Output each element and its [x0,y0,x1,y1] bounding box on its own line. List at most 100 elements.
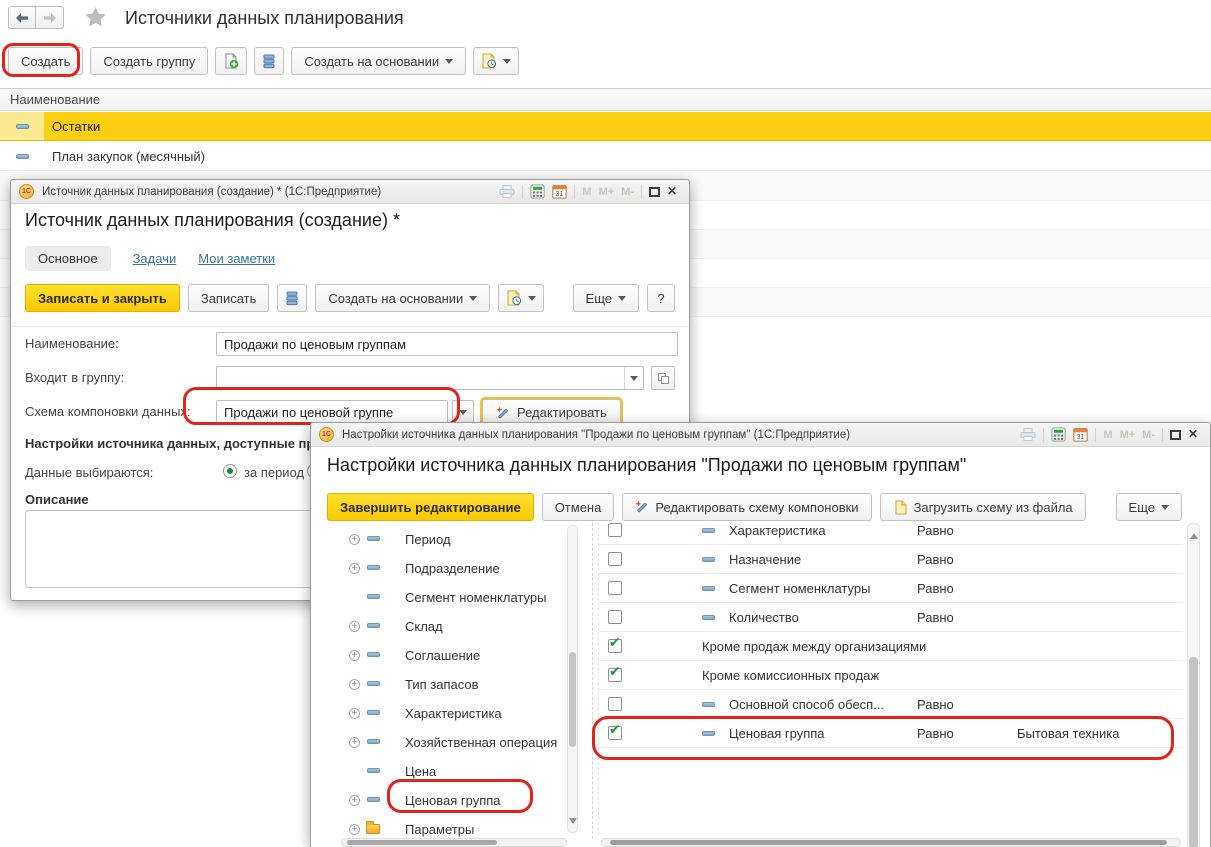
expand-icon[interactable] [349,824,360,835]
history-menu-button[interactable] [498,284,544,312]
checkbox[interactable] [608,523,622,537]
conditions-scrollbar-thumb[interactable] [1189,657,1198,847]
list-row[interactable]: План закупок (месячный) [0,142,1211,171]
help-button[interactable]: ? [647,284,675,312]
expand-icon[interactable] [349,708,360,719]
list-column-header[interactable]: Наименование [0,88,1211,111]
condition-row[interactable]: Характеристика Равно [599,523,1183,545]
memory-mminus-button[interactable]: M- [1142,429,1155,441]
memory-mplus-button[interactable]: M+ [599,186,615,198]
tree-item-parameters[interactable]: Параметры [327,815,565,839]
tree-item-department[interactable]: Подразделение [327,554,565,583]
scheme-field [216,400,448,424]
list-settings-button[interactable] [254,47,284,75]
close-icon[interactable] [667,186,679,198]
tree-item-stock-type[interactable]: Тип запасов [327,670,565,699]
radio-for-period[interactable] [223,464,237,478]
save-button[interactable]: Записать [188,284,270,312]
more-button[interactable]: Еще [1116,493,1182,521]
scheme-input[interactable] [217,401,447,423]
expand-icon[interactable] [349,563,360,574]
expand-icon[interactable] [349,534,360,545]
dialog2-titlebar[interactable]: Настройки источника данных планирования … [311,423,1210,447]
tree-hscrollbar-thumb[interactable] [347,840,497,845]
condition-row[interactable]: Назначение Равно [599,545,1183,574]
tree-item-agreement[interactable]: Соглашение [327,641,565,670]
load-scheme-button[interactable]: Загрузить схему из файла [880,493,1086,521]
print-icon[interactable] [1020,428,1036,441]
memory-m-button[interactable]: M [1103,429,1112,441]
condition-row[interactable]: Кроме комиссионных продаж [599,661,1183,690]
condition-row[interactable]: Основной способ обесп... Равно [599,690,1183,719]
create-based-on-button[interactable]: Создать на основании [315,284,490,312]
expand-icon[interactable] [349,737,360,748]
save-and-close-button[interactable]: Записать и закрыть [25,284,180,312]
scroll-up-icon[interactable] [1190,529,1198,539]
tab-notes[interactable]: Мои заметки [198,251,275,266]
create-based-on-button[interactable]: Создать на основании [291,47,466,75]
list-row-selected[interactable]: Остатки [0,112,1211,141]
tree-item-period[interactable]: Период [327,525,565,554]
checkbox-checked[interactable] [608,668,622,682]
calculator-icon[interactable] [530,184,545,199]
maximize-icon[interactable] [1170,430,1181,440]
cancel-button[interactable]: Отмена [542,493,615,521]
tree-hscrollbar[interactable] [341,838,567,847]
condition-row-price-group[interactable]: Ценовая группа Равно Бытовая техника [599,719,1183,748]
group-input[interactable] [217,367,624,389]
conditions-hscrollbar[interactable] [601,838,1181,847]
finish-editing-button[interactable]: Завершить редактирование [327,493,534,521]
tree-scrollbar[interactable] [567,525,578,833]
condition-row[interactable]: Сегмент номенклатуры Равно [599,574,1183,603]
favorite-star-icon[interactable] [84,6,107,31]
group-dropdown-button[interactable] [624,367,643,389]
panel-splitter[interactable] [592,523,593,839]
back-button[interactable] [8,6,36,29]
scroll-down-icon[interactable] [569,818,577,828]
tree-item-characteristic[interactable]: Характеристика [327,699,565,728]
memory-mminus-button[interactable]: M- [621,186,634,198]
history-menu-button[interactable] [473,47,519,75]
checkbox[interactable] [608,581,622,595]
memory-m-button[interactable]: M [582,186,591,198]
tree-item-nomenclature-segment[interactable]: Сегмент номенклатуры [327,583,565,612]
tab-main[interactable]: Основное [25,246,111,271]
checkbox-checked[interactable] [608,639,622,653]
calendar-icon[interactable]: 31 [1073,427,1088,442]
expand-icon[interactable] [349,621,360,632]
conditions-scrollbar[interactable] [1187,523,1200,847]
checkbox[interactable] [608,552,622,566]
dialog1-titlebar[interactable]: Источник данных планирования (создание) … [11,180,689,204]
tab-tasks[interactable]: Задачи [133,251,177,266]
forward-button[interactable] [36,6,64,29]
condition-row[interactable]: Кроме продаж между организациями [599,632,1183,661]
tree-item-warehouse[interactable]: Склад [327,612,565,641]
expand-icon[interactable] [349,650,360,661]
memory-mplus-button[interactable]: M+ [1120,429,1136,441]
expand-icon[interactable] [349,795,360,806]
more-button[interactable]: Еще [573,284,639,312]
calculator-icon[interactable] [1051,427,1066,442]
print-icon[interactable] [499,185,515,198]
checkbox[interactable] [608,697,622,711]
checkbox[interactable] [608,610,622,624]
name-input[interactable] [217,333,677,355]
maximize-icon[interactable] [649,187,660,197]
calendar-icon[interactable]: 31 [552,184,567,199]
close-icon[interactable] [1188,429,1200,441]
expand-icon[interactable] [349,679,360,690]
tree-item-price[interactable]: Цена [327,757,565,786]
condition-row[interactable]: Количество Равно [599,603,1183,632]
edit-composition-scheme-button[interactable]: Редактировать схему компоновки [622,493,871,521]
tree-scrollbar-thumb[interactable] [569,652,576,747]
create-group-button[interactable]: Создать группу [90,47,208,75]
conditions-hscrollbar-thumb[interactable] [610,840,1167,845]
copy-button[interactable] [215,47,247,75]
scheme-dropdown-button[interactable] [452,400,474,424]
group-open-button[interactable] [651,366,675,390]
create-button[interactable]: Создать [8,47,83,75]
checkbox-checked[interactable] [608,726,622,740]
tree-item-business-operation[interactable]: Хозяйственная операция [327,728,565,757]
tree-item-price-group[interactable]: Ценовая группа [327,786,565,815]
list-settings-button[interactable] [277,284,307,312]
